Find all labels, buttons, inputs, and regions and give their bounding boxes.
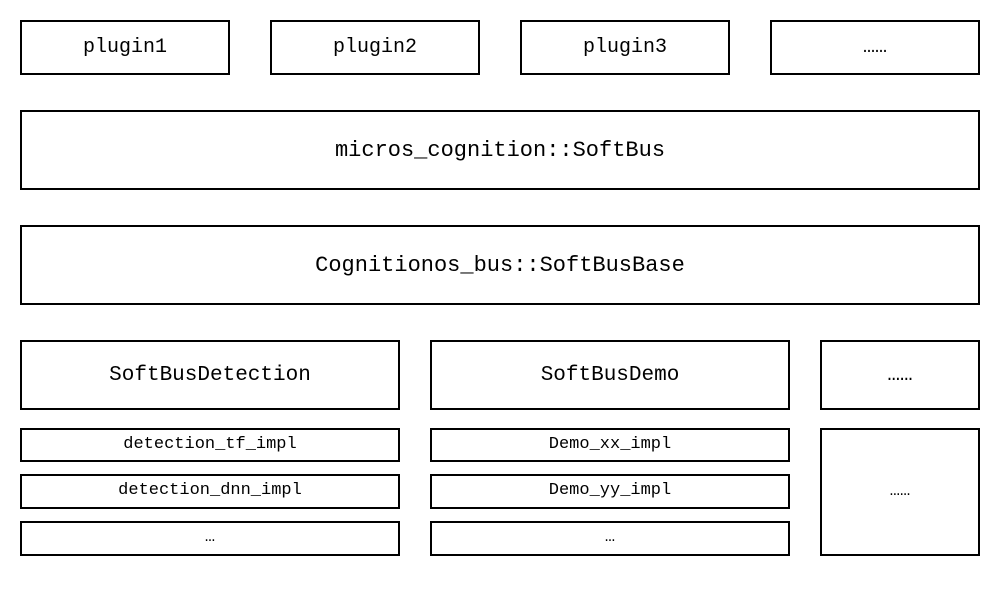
softbus-layer: micros_cognition::SoftBus <box>20 110 980 190</box>
softbusbase-layer: Cognitionos_bus::SoftBusBase <box>20 225 980 305</box>
demo-xx-impl: Demo_xx_impl <box>430 428 790 462</box>
softbus-detection: SoftBusDetection <box>20 340 400 410</box>
plugin-more: …… <box>770 20 980 75</box>
demo-group: SoftBusDemo <box>430 340 790 410</box>
group-title-row: SoftBusDetection SoftBusDemo …… <box>20 340 980 410</box>
plugin-box: plugin2 <box>270 20 480 75</box>
softbusbase-row: Cognitionos_bus::SoftBusBase <box>20 225 980 305</box>
plugin-box: plugin1 <box>20 20 230 75</box>
demo-more: … <box>430 521 790 556</box>
impl-row-container: detection_tf_impl detection_dnn_impl … D… <box>20 428 980 556</box>
detection-dnn-impl: detection_dnn_impl <box>20 474 400 508</box>
plugin-row: plugin1 plugin2 plugin3 …… <box>20 20 980 75</box>
more-group: …… <box>820 340 980 410</box>
detection-more: … <box>20 521 400 556</box>
softbus-demo: SoftBusDemo <box>430 340 790 410</box>
softbus-more: …… <box>820 340 980 410</box>
demo-yy-impl: Demo_yy_impl <box>430 474 790 508</box>
plugin-box: plugin3 <box>520 20 730 75</box>
more-impls: …… <box>820 428 980 556</box>
softbus-row: micros_cognition::SoftBus <box>20 110 980 190</box>
detection-impls: detection_tf_impl detection_dnn_impl … <box>20 428 400 556</box>
detection-tf-impl: detection_tf_impl <box>20 428 400 462</box>
demo-impls: Demo_xx_impl Demo_yy_impl … <box>430 428 790 556</box>
more-impl: …… <box>820 428 980 556</box>
detection-group: SoftBusDetection <box>20 340 400 410</box>
